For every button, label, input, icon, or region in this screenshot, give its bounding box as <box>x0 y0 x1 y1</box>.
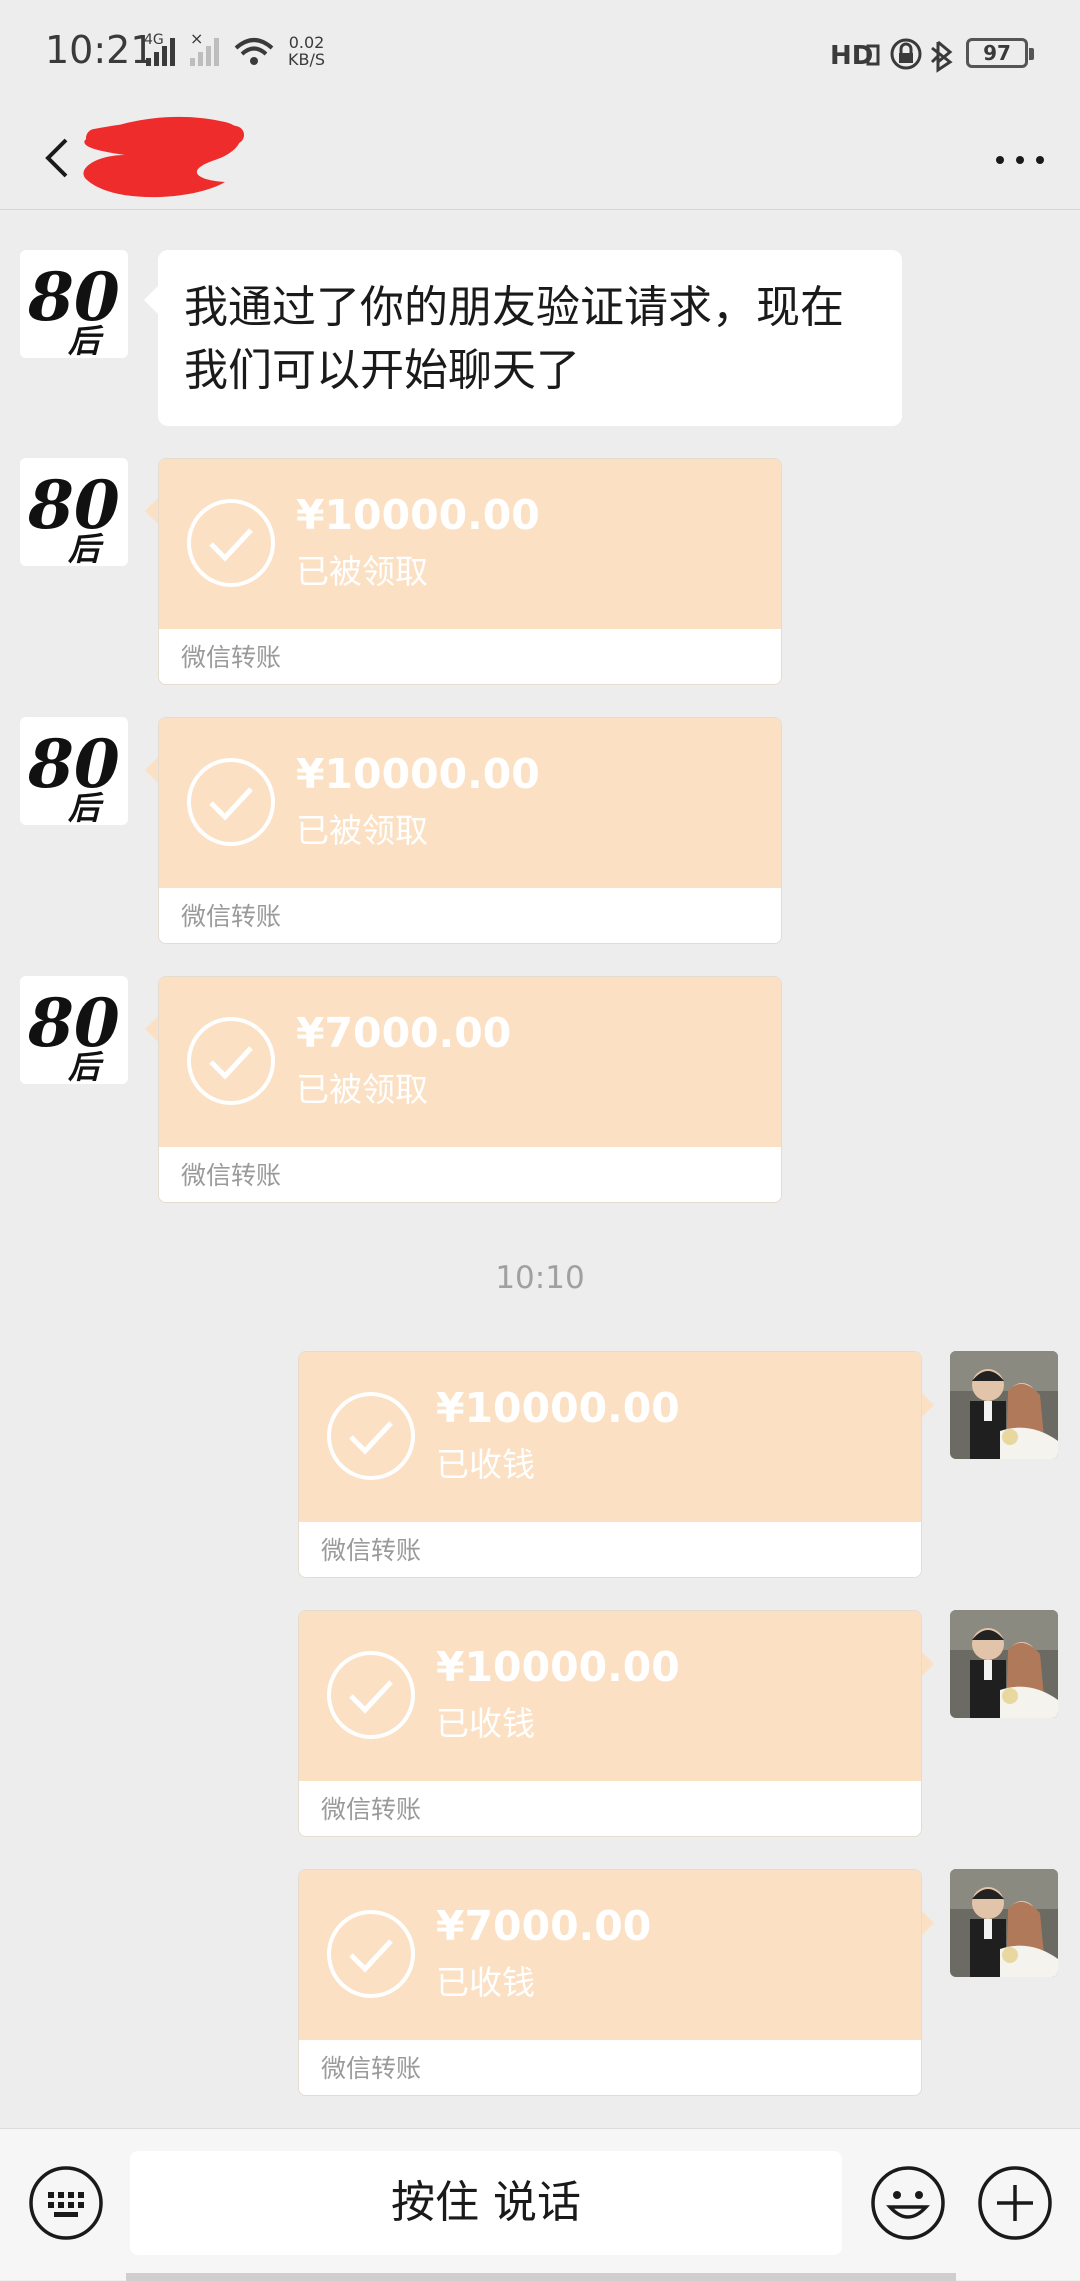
bubble-tail <box>145 1016 158 1042</box>
check-circle-icon <box>187 758 275 846</box>
transfer-status: 已被领取 <box>296 552 428 591</box>
transfer-card[interactable]: ¥10000.00 已收钱 微信转账 <box>298 1351 922 1578</box>
status-right-icons: HD <box>830 38 953 73</box>
transfer-card[interactable]: ¥10000.00 已被领取 微信转账 <box>158 717 782 944</box>
svg-text:后: 后 <box>67 789 104 825</box>
transfer-card-top: ¥10000.00 已收钱 <box>299 1611 921 1781</box>
svg-text:后: 后 <box>67 530 104 566</box>
bluetooth-icon <box>930 40 953 73</box>
avatar-80-logo: 80 后 <box>27 258 120 358</box>
battery-icon: 97 <box>966 38 1034 68</box>
signal-icon: 4G × <box>144 30 274 66</box>
keyboard-icon[interactable] <box>28 2165 104 2241</box>
check-circle-icon <box>327 1392 415 1480</box>
check-circle-icon <box>327 1651 415 1739</box>
svg-text:后: 后 <box>67 322 104 358</box>
contact-avatar[interactable]: 80 后 <box>20 976 128 1084</box>
battery-level: 97 <box>983 41 1011 65</box>
chat-timestamp: 10:10 <box>495 1260 585 1296</box>
transfer-amount: ¥10000.00 <box>436 1384 680 1432</box>
my-avatar[interactable] <box>950 1869 1058 1977</box>
svg-text:后: 后 <box>67 1048 104 1084</box>
transfer-footer: 微信转账 <box>299 1781 921 1836</box>
check-circle-icon <box>187 499 275 587</box>
contact-avatar[interactable]: 80 后 <box>20 250 128 358</box>
contact-avatar[interactable]: 80 后 <box>20 717 128 825</box>
transfer-footer: 微信转账 <box>299 1522 921 1577</box>
transfer-footer: 微信转账 <box>159 629 781 684</box>
transfer-amount: ¥10000.00 <box>296 491 540 539</box>
contact-avatar[interactable]: 80 后 <box>20 458 128 566</box>
bubble-tail <box>145 498 158 524</box>
transfer-card[interactable]: ¥7000.00 已收钱 微信转账 <box>298 1869 922 2096</box>
svg-text:×: × <box>190 30 203 48</box>
hold-to-talk-button[interactable]: 按住 说话 <box>130 2151 842 2255</box>
avatar-photo-image <box>950 1869 1058 1977</box>
transfer-status: 已收钱 <box>436 1704 535 1743</box>
transfer-status: 已收钱 <box>436 1445 535 1484</box>
bubble-tail <box>921 1392 934 1418</box>
check-circle-icon <box>187 1017 275 1105</box>
transfer-card[interactable]: ¥10000.00 已收钱 微信转账 <box>298 1610 922 1837</box>
transfer-status: 已被领取 <box>296 1070 428 1109</box>
bubble-tail <box>921 1910 934 1936</box>
signal-label: 4G <box>144 32 164 48</box>
status-bar: 10:21 4G × 0.02 KB/S HD 97 <box>0 0 1080 110</box>
avatar-photo-image <box>950 1351 1058 1459</box>
my-avatar[interactable] <box>950 1610 1058 1718</box>
transfer-card[interactable]: ¥7000.00 已被领取 微信转账 <box>158 976 782 1203</box>
avatar-80-logo: 80 后 <box>27 466 120 566</box>
transfer-amount: ¥10000.00 <box>436 1643 680 1691</box>
transfer-footer: 微信转账 <box>299 2040 921 2095</box>
emoji-icon[interactable] <box>870 2165 946 2241</box>
greeting-text: 我通过了你的朋友验证请求，现在我们可以开始聊天了 <box>184 282 844 396</box>
check-circle-icon <box>327 1910 415 1998</box>
more-dots-icon[interactable] <box>990 140 1050 180</box>
net-speed-value: 0.02 <box>288 33 325 52</box>
chat-header <box>0 110 1080 210</box>
plus-icon[interactable] <box>977 2165 1053 2241</box>
redacted-contact-name <box>83 116 244 198</box>
transfer-status: 已收钱 <box>436 1963 535 2002</box>
chat-messages: 80 后 我通过了你的朋友验证请求，现在我们可以开始聊天了 80 后 ¥1000… <box>0 210 1080 2130</box>
transfer-amount: ¥7000.00 <box>296 1009 512 1057</box>
transfer-card-top: ¥10000.00 已收钱 <box>299 1352 921 1522</box>
transfer-card-top: ¥7000.00 已收钱 <box>299 1870 921 2040</box>
transfer-card[interactable]: ¥10000.00 已被领取 微信转账 <box>158 458 782 685</box>
transfer-amount: ¥10000.00 <box>296 750 540 798</box>
bubble-tail <box>145 757 158 783</box>
transfer-card-top: ¥10000.00 已被领取 <box>159 459 781 629</box>
net-speed: 0.02 KB/S <box>288 34 325 68</box>
net-speed-unit: KB/S <box>288 50 326 69</box>
transfer-status: 已被领取 <box>296 811 428 850</box>
greeting-message: 我通过了你的朋友验证请求，现在我们可以开始聊天了 <box>144 250 902 426</box>
status-time: 10:21 <box>45 28 155 72</box>
transfer-footer: 微信转账 <box>159 888 781 943</box>
my-avatar[interactable] <box>950 1351 1058 1459</box>
transfer-footer: 微信转账 <box>159 1147 781 1202</box>
transfer-card-top: ¥10000.00 已被领取 <box>159 718 781 888</box>
lock-rotation-icon <box>890 38 922 70</box>
hd-icon: HD <box>830 41 880 71</box>
avatar-photo-image <box>950 1610 1058 1718</box>
avatar-80-logo: 80 后 <box>27 984 120 1084</box>
input-bar: 按住 说话 <box>0 2128 1080 2281</box>
bubble-tail <box>921 1651 934 1677</box>
avatar-80-logo: 80 后 <box>27 725 120 825</box>
transfer-card-top: ¥7000.00 已被领取 <box>159 977 781 1147</box>
transfer-amount: ¥7000.00 <box>436 1902 652 1950</box>
